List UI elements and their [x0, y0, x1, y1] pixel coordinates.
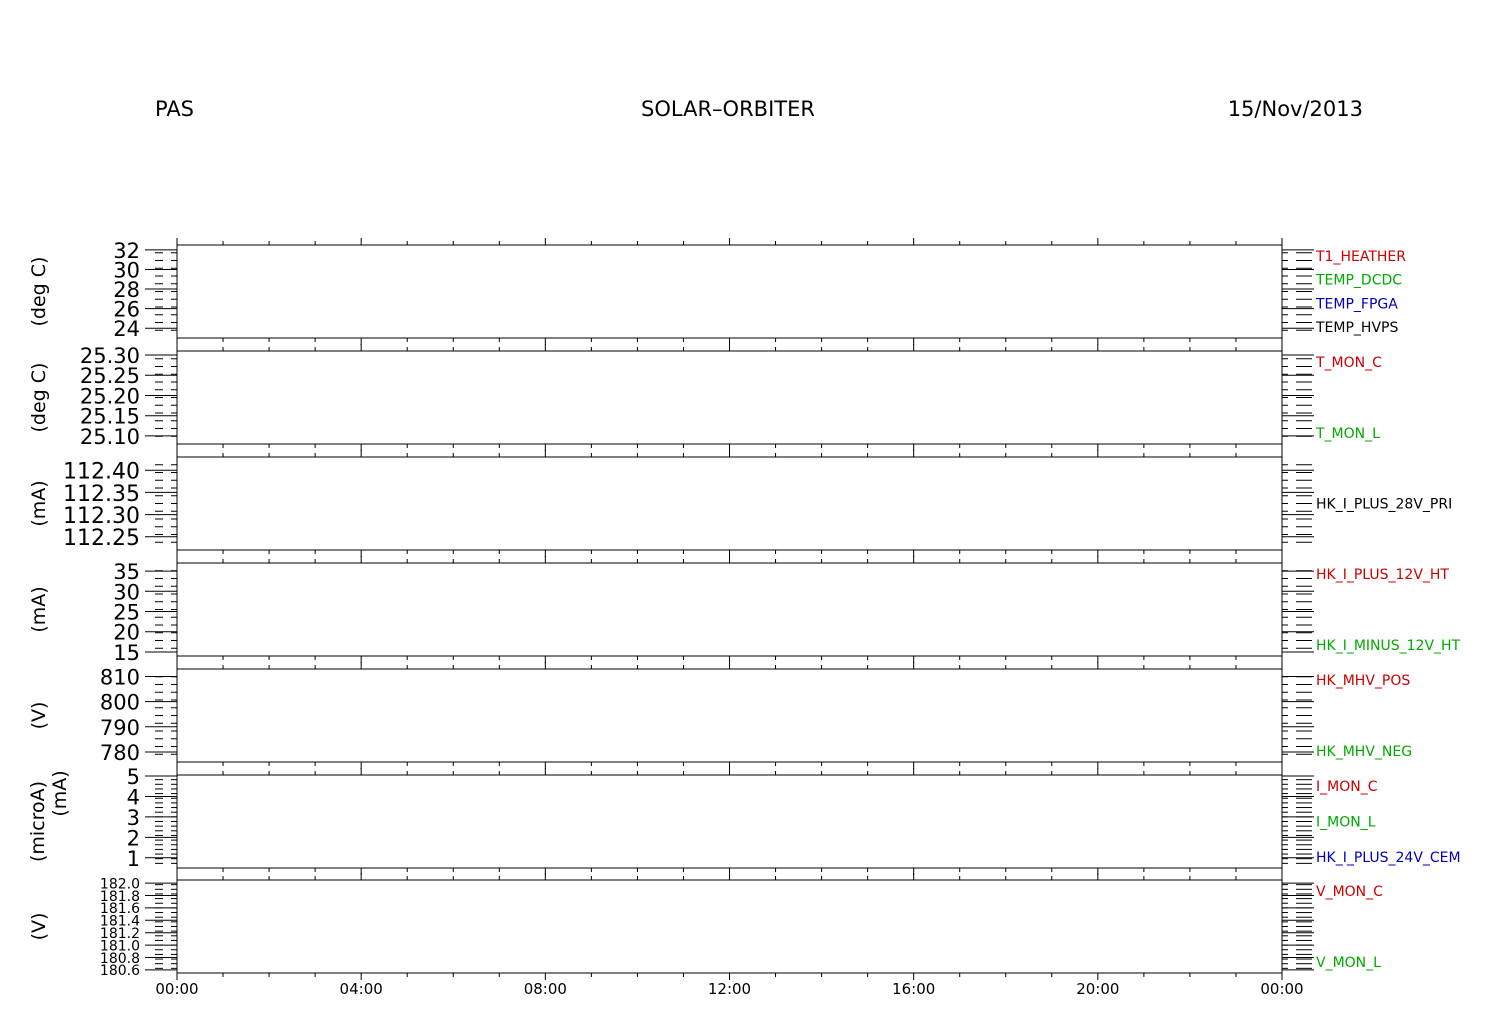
y-tick-label: 112.40: [63, 460, 140, 485]
series-label: TEMP_DCDC: [1315, 273, 1402, 289]
series-label: HK_I_PLUS_28V_PRI: [1316, 497, 1452, 513]
x-tick-label: 04:00: [340, 980, 383, 998]
y-tick-label: 35: [113, 560, 140, 584]
unit-label: (mA): [28, 586, 50, 632]
panel-7-frame: [176, 879, 1283, 974]
x-tick-label: 00:00: [1260, 980, 1303, 998]
y-tick-label: 112.30: [63, 504, 140, 529]
y-tick-label: 182.0: [100, 876, 140, 892]
x-tick-label: 16:00: [892, 980, 935, 998]
panel-3-frame: [176, 456, 1283, 551]
panel-2-frame: [176, 350, 1283, 445]
panel-5-frame: [176, 668, 1283, 763]
series-label: V_MON_L: [1316, 955, 1381, 971]
y-tick-label: 32: [113, 239, 140, 263]
series-label: T_MON_C: [1315, 355, 1382, 371]
series-label: TEMP_FPGA: [1315, 296, 1398, 312]
y-tick-label: 780: [100, 741, 140, 765]
header-center: SOLAR–ORBITER: [641, 97, 815, 121]
series-label: I_MON_C: [1316, 779, 1378, 795]
y-tick-label: 810: [100, 666, 140, 690]
series-label: HK_MHV_POS: [1316, 673, 1410, 689]
panels-group: 2426283032(deg C) T1_HEATHERTEMP_DCDCTEMP…: [27, 238, 1461, 998]
y-tick-label: 4: [127, 785, 140, 809]
unit-label: (V): [28, 913, 50, 941]
x-tick-label: 20:00: [1076, 980, 1119, 998]
x-tick-label: 08:00: [524, 980, 567, 998]
series-label: HK_MHV_NEG: [1316, 744, 1412, 760]
x-tick-label: 00:00: [155, 980, 198, 998]
header-left: PAS: [155, 97, 194, 121]
y-tick-label: 25.30: [80, 344, 140, 368]
series-label: HK_I_MINUS_12V_HT: [1316, 638, 1461, 654]
header-right: 15/Nov/2013: [1228, 97, 1363, 121]
series-label: V_MON_C: [1316, 884, 1383, 900]
unit-label: (mA): [28, 480, 50, 526]
series-label: HK_I_PLUS_12V_HT: [1316, 567, 1449, 583]
series-label: T1_HEATHER: [1315, 249, 1406, 265]
series-label: HK_I_PLUS_24V_CEM: [1316, 850, 1461, 866]
y-tick-label: 790: [100, 716, 140, 740]
unit-label: (V): [28, 702, 50, 730]
panel-1-frame: [176, 244, 1283, 339]
unit-label-2: (mA): [49, 770, 71, 816]
series-label: TEMP_HVPS: [1315, 320, 1398, 336]
y-tick-label: 112.25: [63, 526, 140, 551]
panel-6-frame: [176, 774, 1283, 869]
y-tick-label: 5: [127, 765, 140, 789]
series-label: T_MON_L: [1315, 426, 1380, 442]
unit-label: (microA): [27, 781, 49, 862]
series-label: I_MON_L: [1316, 815, 1376, 831]
panel-4-frame: [176, 562, 1283, 657]
unit-label: (deg C): [28, 363, 50, 433]
unit-label: (deg C): [28, 257, 50, 327]
y-tick-label: 3: [127, 806, 140, 830]
y-tick-label: 800: [100, 691, 140, 715]
y-tick-label: 112.35: [63, 482, 140, 507]
telemetry-chart: PAS SOLAR–ORBITER 15/Nov/2013 2426283032…: [27, 97, 1461, 998]
y-tick-label: 1: [127, 847, 140, 871]
x-tick-label: 12:00: [708, 980, 751, 998]
y-tick-label: 2: [127, 826, 140, 850]
